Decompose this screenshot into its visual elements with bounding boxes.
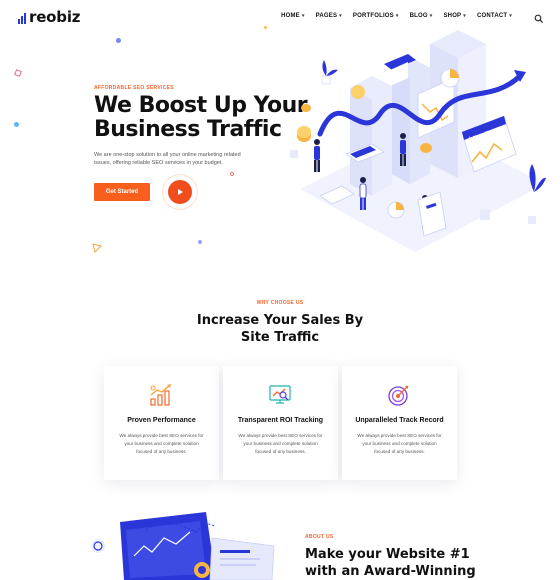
nav-label: BLOG bbox=[409, 13, 428, 19]
nav-label: PAGES bbox=[315, 13, 338, 19]
decor-dot bbox=[14, 122, 19, 127]
card-title: Unparalleled Track Record bbox=[355, 417, 444, 424]
card-description: We always provide best SEO services for … bbox=[357, 433, 442, 454]
about-eyebrow: ABOUT US bbox=[305, 534, 334, 540]
logo-text: reobiz bbox=[29, 8, 81, 26]
roi-tracking-icon bbox=[269, 385, 291, 404]
nav-contact[interactable]: CONTACT ▾ bbox=[477, 13, 512, 19]
nav-blog[interactable]: BLOG ▾ bbox=[410, 13, 433, 19]
nav-shop[interactable]: SHOP ▾ bbox=[443, 13, 466, 19]
nav-label: SHOP bbox=[443, 13, 462, 19]
logo[interactable]: reobiz bbox=[18, 8, 81, 26]
decor-triangle bbox=[92, 243, 102, 253]
play-video-button[interactable] bbox=[162, 174, 198, 210]
chevron-down-icon: ▾ bbox=[509, 13, 512, 19]
decor-dot bbox=[116, 38, 121, 43]
why-eyebrow: WHY CHOOSE US bbox=[256, 300, 304, 306]
decor-dot bbox=[264, 26, 267, 29]
why-title-line: Site Traffic bbox=[240, 330, 320, 345]
feature-card[interactable]: Transparent ROI Tracking We always provi… bbox=[223, 366, 338, 480]
logo-mark-icon bbox=[18, 12, 26, 24]
feature-card[interactable]: Unparalleled Track Record We always prov… bbox=[342, 366, 457, 480]
nav-label: HOME bbox=[281, 13, 300, 19]
why-title-line: Increase Your Sales By bbox=[196, 313, 364, 328]
hero-eyebrow: AFFORDABLE SEO SERVICES bbox=[94, 85, 174, 91]
why-title: Increase Your Sales By Site Traffic bbox=[180, 312, 380, 346]
decor-square bbox=[14, 69, 22, 77]
seo-isometric-illustration: https://... bbox=[290, 30, 546, 252]
chevron-down-icon: ▾ bbox=[339, 13, 342, 19]
main-nav: HOME ▾ PAGES ▾ PORTFOLIOS ▾ BLOG ▾ SHOP ▾ CON… bbox=[281, 13, 512, 19]
chevron-down-icon: ▾ bbox=[395, 13, 399, 19]
about-title-line: Make your Website #1 bbox=[305, 547, 470, 562]
decor-dot bbox=[198, 240, 202, 244]
about-title-line: with an Award-Winning bbox=[305, 564, 476, 579]
chevron-down-icon: ▾ bbox=[301, 13, 305, 19]
target-icon bbox=[388, 385, 409, 406]
about-illustration bbox=[91, 512, 275, 580]
card-title: Transparent ROI Tracking bbox=[237, 417, 324, 424]
play-icon bbox=[168, 180, 192, 204]
performance-chart-icon bbox=[150, 384, 171, 406]
nav-home[interactable]: HOME ▾ bbox=[281, 13, 305, 19]
decor-ring bbox=[230, 172, 234, 176]
feature-cards: Proven Performance We always provide bes… bbox=[104, 366, 457, 480]
hero-description: We are one-stop solution to all your onl… bbox=[94, 152, 241, 166]
card-title: Proven Performance bbox=[127, 417, 196, 424]
get-started-button[interactable]: Get Started bbox=[94, 183, 150, 201]
nav-pages[interactable]: PAGES ▾ bbox=[316, 13, 342, 19]
card-description: We always provide best SEO services for … bbox=[238, 433, 323, 454]
search-icon[interactable] bbox=[534, 11, 544, 24]
feature-card[interactable]: Proven Performance We always provide bes… bbox=[104, 366, 219, 480]
nav-portfolios[interactable]: PORTFOLIOS ▾ bbox=[353, 13, 399, 19]
chevron-down-icon: ▾ bbox=[429, 13, 433, 19]
chevron-down-icon: ▾ bbox=[463, 13, 466, 19]
nav-label: CONTACT bbox=[476, 13, 508, 19]
about-title: Make your Website #1 with an Award-Winni… bbox=[305, 546, 505, 580]
card-description: We always provide best SEO services for … bbox=[119, 433, 204, 454]
nav-label: PORTFOLIOS bbox=[352, 13, 394, 19]
